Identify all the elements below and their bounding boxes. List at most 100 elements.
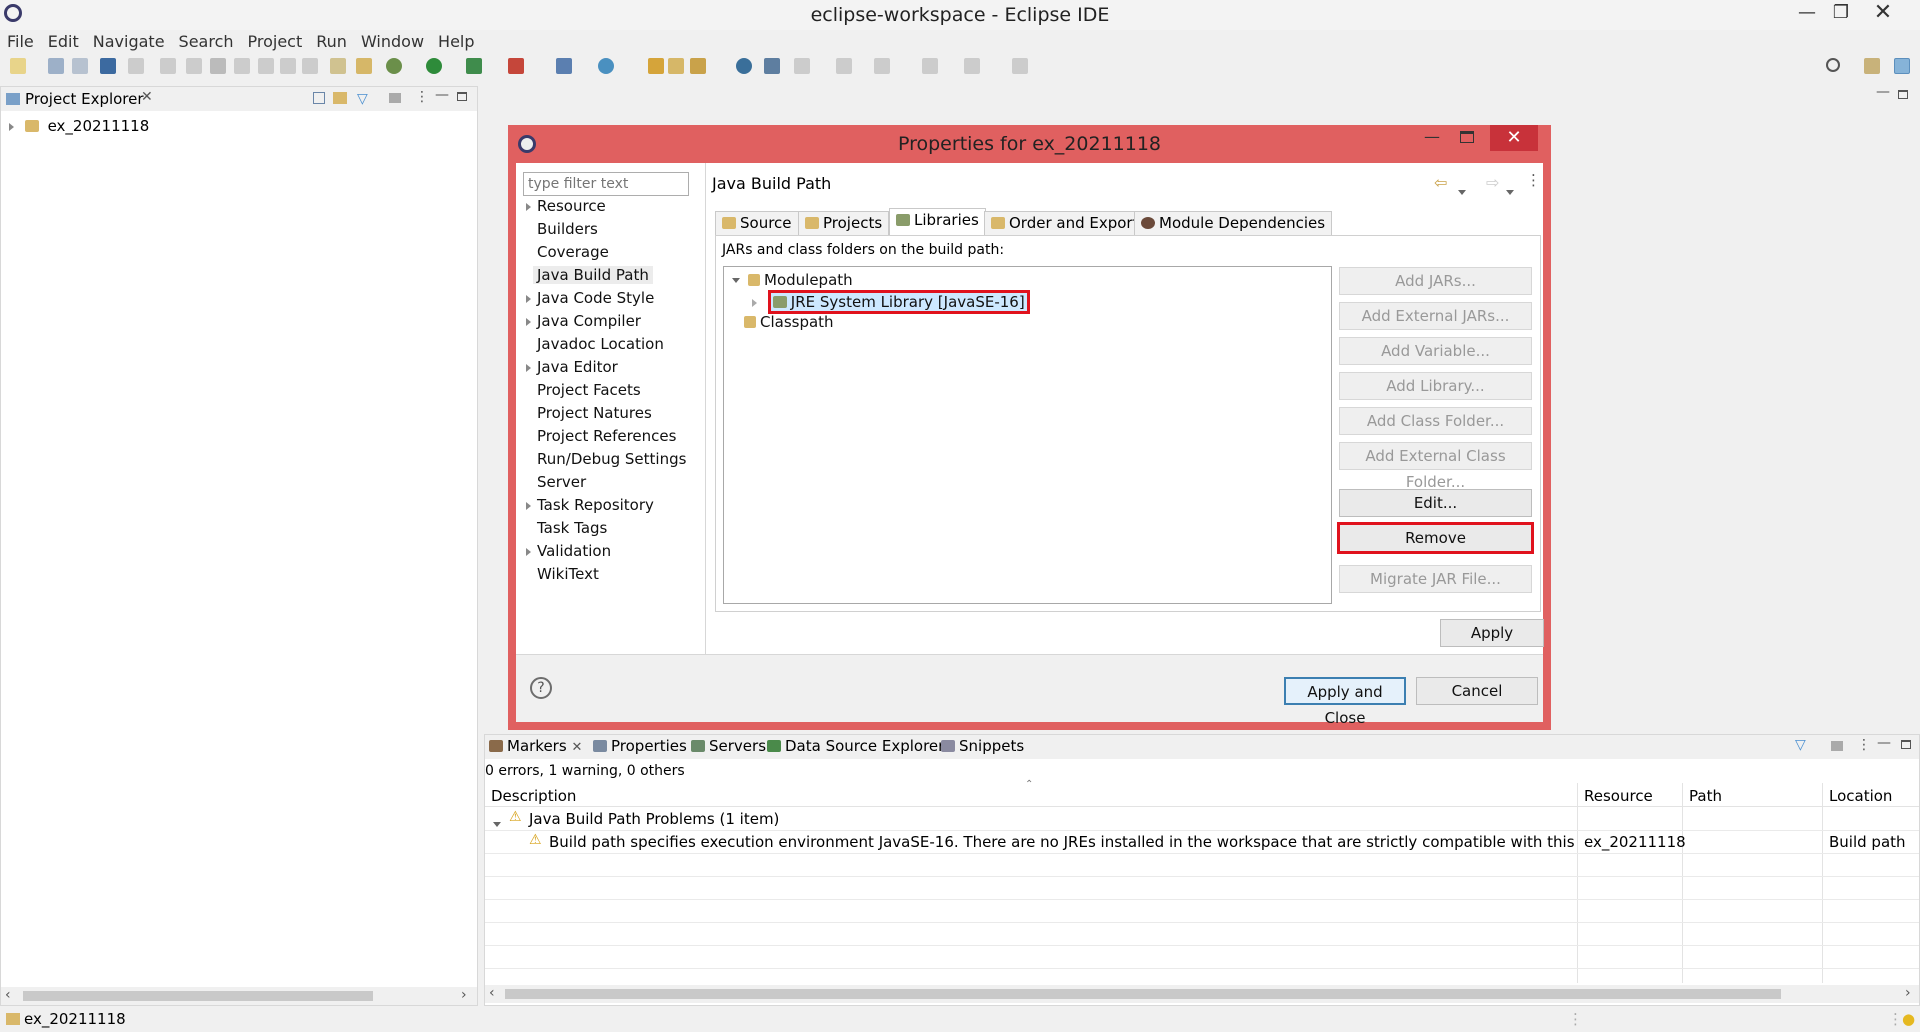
expand-icon[interactable] xyxy=(526,548,531,556)
scroll-right-icon[interactable]: › xyxy=(1905,985,1911,1001)
nav-item[interactable]: Java Code Style xyxy=(526,289,654,307)
skip-breakpoints-icon[interactable] xyxy=(128,58,144,74)
scrollbar-thumb[interactable] xyxy=(23,991,373,1001)
expand-icon[interactable] xyxy=(9,123,14,131)
close-tab-icon[interactable]: ✕ xyxy=(571,740,582,755)
add-external-class-folder-button[interactable]: Add External Class Folder... xyxy=(1339,442,1532,491)
pin-editor-icon[interactable] xyxy=(1012,58,1028,74)
add-variable-button[interactable]: Add Variable... xyxy=(1339,337,1532,365)
close-tab-icon[interactable]: ✕ xyxy=(141,89,153,105)
add-class-folder-button[interactable]: Add Class Folder... xyxy=(1339,407,1532,435)
project-explorer-tab[interactable]: Project Explorer xyxy=(25,90,144,108)
tab-libraries[interactable]: Libraries xyxy=(889,208,986,236)
column-description[interactable]: Description xyxy=(491,787,576,805)
expand-icon[interactable] xyxy=(752,299,757,307)
menu-window[interactable]: Window xyxy=(354,30,431,51)
expand-icon[interactable] xyxy=(526,295,531,303)
tree-item-modulepath[interactable]: Modulepath xyxy=(732,271,853,289)
column-location[interactable]: Location xyxy=(1829,787,1892,805)
tree-item[interactable]: ex_20211118 xyxy=(9,117,149,135)
focus-icon[interactable] xyxy=(389,93,401,103)
column-path[interactable]: Path xyxy=(1689,787,1722,805)
tab-source[interactable]: Source xyxy=(715,211,799,236)
minimize-view-icon[interactable]: — xyxy=(435,87,449,103)
horizontal-scrollbar[interactable]: ‹ › xyxy=(1,987,477,1005)
horizontal-scrollbar[interactable]: ‹ › xyxy=(485,985,1919,1003)
tab-servers[interactable]: Servers xyxy=(691,737,766,755)
maximize-view-icon[interactable] xyxy=(1901,740,1911,749)
expand-icon[interactable] xyxy=(526,364,531,372)
open-type-icon[interactable] xyxy=(648,58,664,74)
last-edit-icon[interactable] xyxy=(874,58,890,74)
editor-maximize-icon[interactable] xyxy=(1898,90,1908,99)
remove-button[interactable]: Remove xyxy=(1337,522,1534,554)
terminal-icon[interactable] xyxy=(100,58,116,74)
nav-item[interactable]: Project References xyxy=(526,427,676,445)
link-icon[interactable] xyxy=(356,58,372,74)
new-java-project-icon[interactable] xyxy=(556,58,572,74)
menu-run[interactable]: Run xyxy=(309,30,354,51)
cancel-button[interactable]: Cancel xyxy=(1416,677,1538,705)
dialog-minimize-button[interactable]: — xyxy=(1424,127,1440,146)
save-all-icon[interactable] xyxy=(72,58,88,74)
tab-module-dependencies[interactable]: Module Dependencies xyxy=(1134,211,1333,236)
dialog-close-button[interactable]: ✕ xyxy=(1490,125,1538,151)
nav-item[interactable]: Java Build Path xyxy=(526,266,653,284)
scroll-left-icon[interactable]: ‹ xyxy=(5,987,11,1003)
new-class-icon[interactable] xyxy=(598,58,614,74)
apply-button[interactable]: Apply xyxy=(1440,619,1544,647)
coverage-icon[interactable] xyxy=(466,58,482,74)
nav-item[interactable]: Java Compiler xyxy=(526,312,641,330)
table-row[interactable]: ⚠ Java Build Path Problems (1 item) xyxy=(485,809,1919,831)
table-row[interactable]: ⚠ Build path specifies execution environ… xyxy=(485,832,1919,854)
step-into-icon[interactable] xyxy=(258,58,274,74)
java-perspective-icon[interactable] xyxy=(1894,58,1910,74)
collapse-icon[interactable] xyxy=(732,278,740,283)
tab-snippets[interactable]: Snippets xyxy=(941,737,1024,755)
filter-icon[interactable]: ▽ xyxy=(1795,737,1806,753)
editor-minimize-icon[interactable]: — xyxy=(1876,84,1890,100)
filter-icon[interactable]: ▽ xyxy=(357,91,368,107)
nav-item[interactable]: Javadoc Location xyxy=(526,335,664,353)
debug-icon[interactable] xyxy=(386,58,402,74)
scrollbar-thumb[interactable] xyxy=(505,989,1781,999)
dialog-maximize-button[interactable] xyxy=(1460,131,1474,143)
add-jars-button[interactable]: Add JARs... xyxy=(1339,267,1532,295)
collapse-icon[interactable] xyxy=(493,813,501,831)
nav-item[interactable]: Resource xyxy=(526,197,606,215)
forward-dropdown-icon[interactable] xyxy=(1506,181,1514,199)
help-icon[interactable]: ? xyxy=(530,677,552,699)
next-annotation-icon[interactable] xyxy=(794,58,810,74)
tip-lightbulb-icon[interactable]: ● xyxy=(1902,1010,1915,1028)
back-icon[interactable] xyxy=(922,58,938,74)
open-task-icon[interactable] xyxy=(668,58,684,74)
annotation-icon[interactable] xyxy=(764,58,780,74)
tree-item-jre-system-library[interactable]: JRE System Library [JavaSE-16] xyxy=(752,290,1030,314)
search-icon[interactable] xyxy=(1826,58,1840,72)
close-window-button[interactable]: ✕ xyxy=(1860,0,1906,28)
external-tools-icon[interactable] xyxy=(508,58,524,74)
tab-order-and-export[interactable]: Order and Export xyxy=(984,211,1146,236)
nav-item[interactable]: Project Natures xyxy=(526,404,652,422)
page-menu-icon[interactable]: ⋮ xyxy=(1526,171,1541,189)
suspend-icon[interactable] xyxy=(186,58,202,74)
globe-icon[interactable] xyxy=(736,58,752,74)
expand-icon[interactable] xyxy=(526,318,531,326)
disconnect-icon[interactable] xyxy=(234,58,250,74)
filter-input[interactable] xyxy=(523,172,689,196)
add-library-button[interactable]: Add Library... xyxy=(1339,372,1532,400)
prev-annotation-icon[interactable] xyxy=(836,58,852,74)
nav-item[interactable]: WikiText xyxy=(526,565,599,583)
add-external-jars-button[interactable]: Add External JARs... xyxy=(1339,302,1532,330)
tab-data-source-explorer[interactable]: Data Source Explorer xyxy=(767,737,944,755)
forward-icon[interactable] xyxy=(964,58,980,74)
menu-project[interactable]: Project xyxy=(241,30,310,51)
collapse-all-icon[interactable] xyxy=(313,92,325,104)
minimize-view-icon[interactable]: — xyxy=(1877,735,1891,751)
apply-and-close-button[interactable]: Apply and Close xyxy=(1284,677,1406,727)
nav-item[interactable]: Coverage xyxy=(526,243,609,261)
view-menu-icon[interactable]: ⋮ xyxy=(1857,737,1871,753)
save-icon[interactable] xyxy=(48,58,64,74)
expand-icon[interactable] xyxy=(526,502,531,510)
back-nav-icon[interactable]: ⇦ xyxy=(1434,173,1447,192)
